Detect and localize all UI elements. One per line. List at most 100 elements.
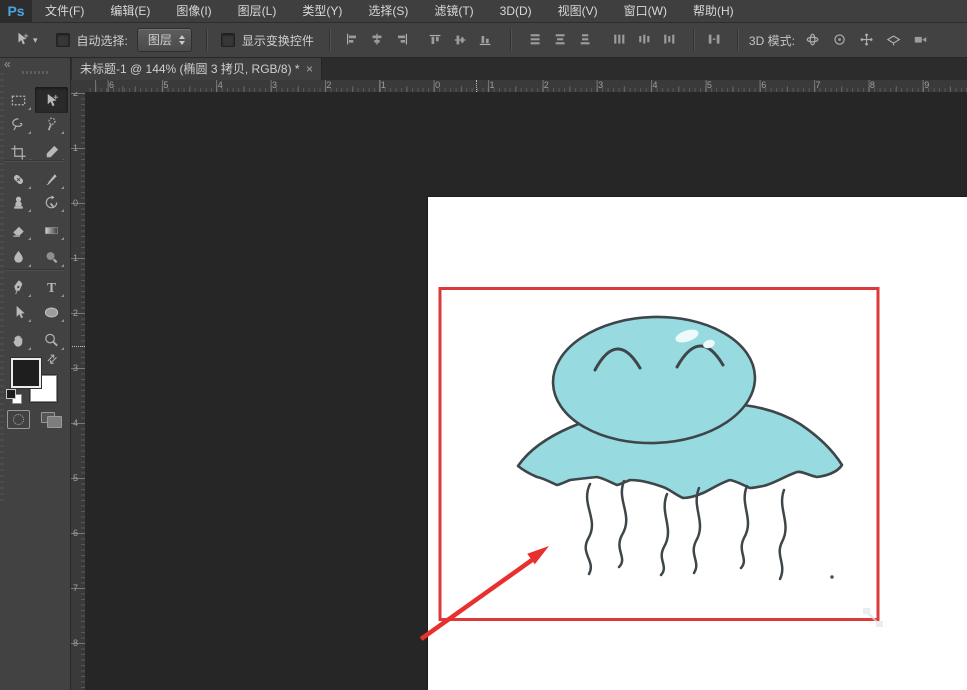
- tool-eraser[interactable]: [3, 218, 33, 242]
- distribute-top-button[interactable]: [526, 30, 546, 50]
- document-tab[interactable]: 未标题-1 @ 144% (椭圆 3 拷贝, RGB/8) * ×: [72, 57, 322, 80]
- flyout-triangle-icon: [28, 347, 31, 350]
- tool-blur[interactable]: [3, 245, 33, 269]
- move-icon: [43, 92, 60, 109]
- eyedropper-icon: [43, 144, 60, 161]
- screen-mode-button[interactable]: [41, 410, 63, 427]
- menu-item-11[interactable]: 帮助(H): [680, 0, 747, 22]
- tool-clone-stamp[interactable]: [3, 190, 33, 214]
- tool-ellipse-shape[interactable]: [36, 300, 66, 324]
- menu-item-2[interactable]: 编辑(E): [97, 0, 163, 22]
- menu-bar: Ps 文件(F)编辑(E)图像(I)图层(L)类型(Y)选择(S)滤镜(T)3D…: [0, 0, 967, 23]
- align-center-horizontal-icon: [369, 32, 385, 48]
- close-icon[interactable]: ×: [300, 62, 313, 76]
- distribute-bottom-icon: [578, 32, 594, 48]
- v-ruler-number: 0: [73, 198, 78, 208]
- h-ruler-number: 1: [489, 80, 494, 90]
- tool-lasso[interactable]: [3, 112, 33, 136]
- distribute-bottom-button[interactable]: [576, 30, 596, 50]
- tool-quick-selection[interactable]: [36, 112, 66, 136]
- align-right-button[interactable]: [392, 30, 412, 50]
- align-top-button[interactable]: [426, 30, 446, 50]
- move-tool-preset[interactable]: [14, 31, 30, 50]
- tool-type[interactable]: T: [36, 275, 66, 299]
- pan-3d-button[interactable]: [857, 30, 877, 50]
- align-bottom-button[interactable]: [476, 30, 496, 50]
- default-colors-icon[interactable]: [6, 389, 23, 404]
- align-center-horizontal-button[interactable]: [367, 30, 387, 50]
- swap-colors-icon[interactable]: ⇄: [44, 350, 61, 367]
- menu-item-8[interactable]: 3D(D): [487, 0, 545, 22]
- menu-item-5[interactable]: 类型(Y): [289, 0, 355, 22]
- quick-mask-button[interactable]: [7, 410, 30, 429]
- tool-zoom[interactable]: [36, 328, 66, 352]
- show-transform-checkbox[interactable]: [221, 33, 235, 47]
- flyout-triangle-icon: [61, 237, 64, 240]
- menu-item-4[interactable]: 图层(L): [225, 0, 290, 22]
- distribute-center-button[interactable]: [635, 30, 655, 50]
- distribute-left-icon: [612, 32, 628, 48]
- camera-3d-button[interactable]: [911, 30, 931, 50]
- v-ruler-number: 1: [73, 143, 78, 153]
- tool-spot-healing-brush[interactable]: [3, 167, 33, 191]
- slide-3d-button[interactable]: [884, 30, 904, 50]
- distribute-spacing-button[interactable]: [705, 30, 725, 50]
- h-ruler-number: 2: [544, 80, 549, 90]
- tool-rectangular-marquee[interactable]: [3, 88, 33, 112]
- align-right-icon: [394, 32, 410, 48]
- h-ruler-number: 2: [326, 80, 331, 90]
- collapse-panel-icon[interactable]: «: [4, 57, 9, 71]
- ellipse-shape-icon: [43, 304, 60, 321]
- distribute-right-button[interactable]: [660, 30, 680, 50]
- h-ruler-number: 4: [218, 80, 223, 90]
- menu-item-3[interactable]: 图像(I): [163, 0, 224, 22]
- tool-pen[interactable]: [3, 275, 33, 299]
- panel-grip-dots[interactable]: [22, 71, 50, 74]
- flyout-triangle-icon: [28, 264, 31, 267]
- menu-item-10[interactable]: 窗口(W): [611, 0, 680, 22]
- align-middle-icon: [453, 32, 469, 48]
- menu-item-1[interactable]: 文件(F): [32, 0, 97, 22]
- align-bottom-icon: [478, 32, 494, 48]
- roll-3d-button[interactable]: [830, 30, 850, 50]
- orbit-3d-button[interactable]: [803, 30, 823, 50]
- align-left-button[interactable]: [342, 30, 362, 50]
- chevron-down-icon[interactable]: ▾: [33, 35, 38, 46]
- align-middle-button[interactable]: [451, 30, 471, 50]
- canvas-workspace[interactable]: [85, 92, 967, 690]
- flyout-triangle-icon: [28, 107, 31, 110]
- path-selection-icon: [10, 304, 27, 321]
- tool-history-brush[interactable]: [36, 190, 66, 214]
- ruler-cursor-marker: [476, 80, 477, 92]
- tool-gradient[interactable]: [36, 218, 66, 242]
- foreground-color-swatch[interactable]: [11, 358, 41, 388]
- mode-3d-label: 3D 模式:: [749, 32, 795, 49]
- distribute-left-button[interactable]: [610, 30, 630, 50]
- flyout-triangle-icon: [28, 131, 31, 134]
- layer-scope-dropdown[interactable]: 图层: [137, 28, 192, 52]
- tool-brush[interactable]: [36, 167, 66, 191]
- tool-move[interactable]: [35, 87, 68, 113]
- align-buttons: [342, 29, 680, 51]
- h-ruler-number: 5: [707, 80, 712, 90]
- flyout-triangle-icon: [28, 294, 31, 297]
- h-ruler-number: 1: [381, 80, 386, 90]
- document-tab-bar: 未标题-1 @ 144% (椭圆 3 拷贝, RGB/8) * ×: [70, 57, 967, 80]
- tool-path-selection[interactable]: [3, 300, 33, 324]
- tool-hand[interactable]: [3, 328, 33, 352]
- menu-item-7[interactable]: 滤镜(T): [421, 0, 486, 22]
- jellyfish-drawing: [518, 314, 842, 579]
- v-ruler-number: 5: [73, 473, 78, 483]
- menu-item-6[interactable]: 选择(S): [355, 0, 421, 22]
- v-ruler-number: 7: [73, 583, 78, 593]
- distribute-middle-button[interactable]: [551, 30, 571, 50]
- auto-select-checkbox[interactable]: [56, 33, 70, 47]
- h-ruler-number: 3: [272, 80, 277, 90]
- flyout-triangle-icon: [61, 319, 64, 322]
- lasso-icon: [10, 116, 27, 133]
- auto-select-label: 自动选择:: [77, 32, 128, 49]
- tool-dodge[interactable]: [36, 245, 66, 269]
- menu-item-9[interactable]: 视图(V): [545, 0, 611, 22]
- v-ruler-number: 2: [73, 308, 78, 318]
- menu-items: 文件(F)编辑(E)图像(I)图层(L)类型(Y)选择(S)滤镜(T)3D(D)…: [32, 0, 747, 22]
